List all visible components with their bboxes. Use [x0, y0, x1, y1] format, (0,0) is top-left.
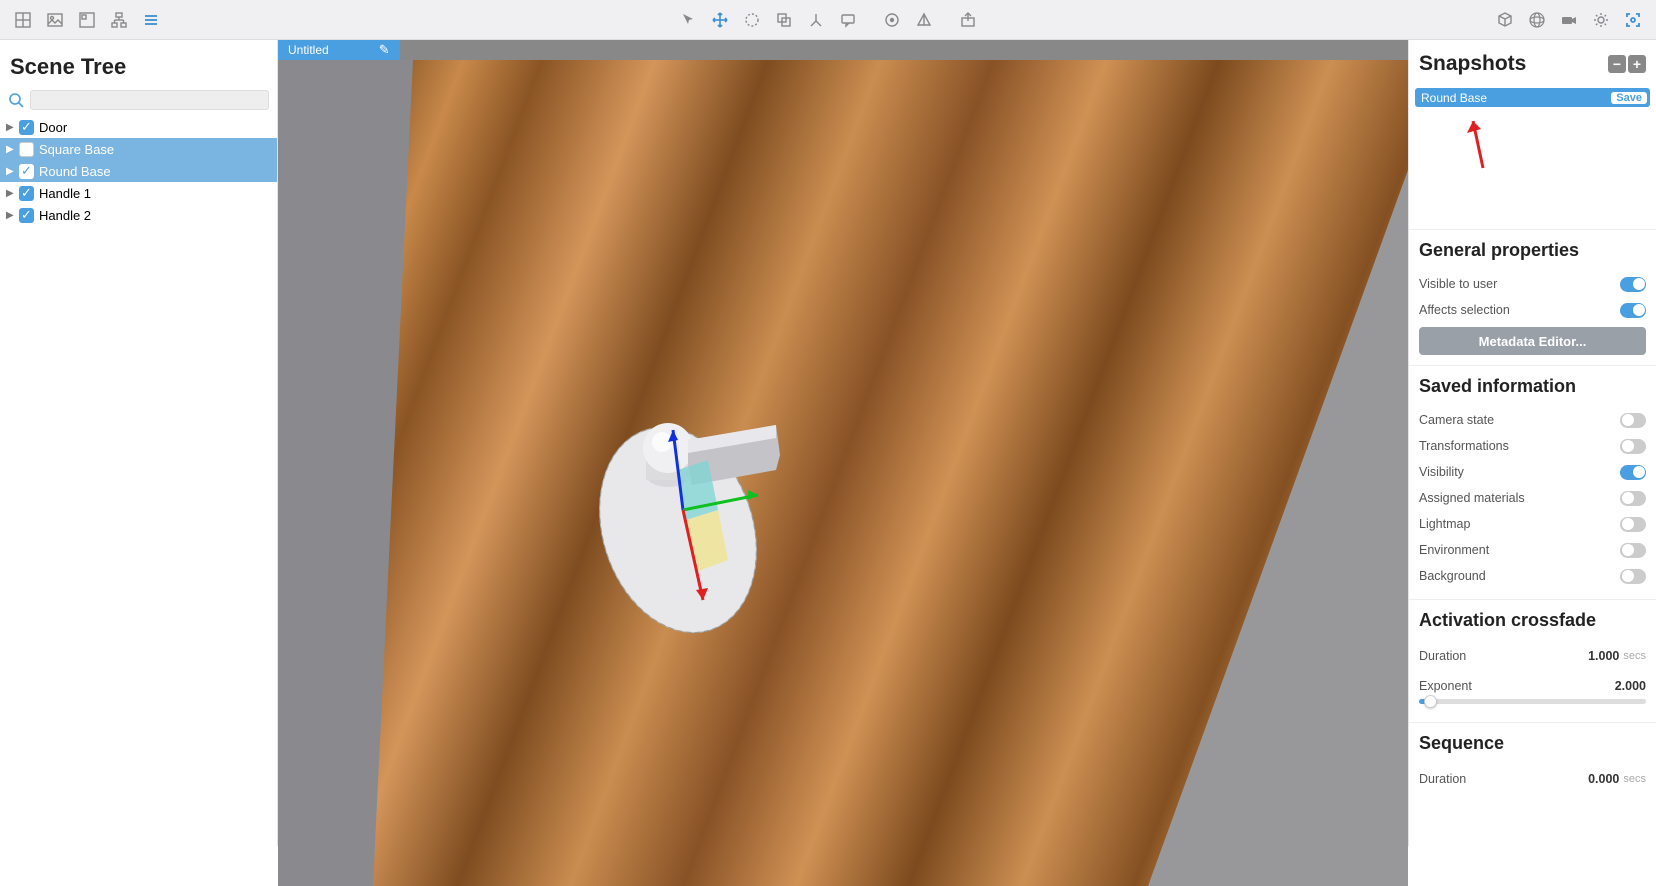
visibility-checkbox[interactable]: ✓ [19, 186, 34, 201]
prop-visible-to-user: Visible to user [1419, 271, 1646, 297]
axis-icon[interactable] [801, 5, 831, 35]
snapshots-title: Snapshots [1419, 52, 1608, 76]
cube-icon[interactable] [1490, 5, 1520, 35]
properties-panel: Snapshots − + Round Base Save General pr… [1408, 40, 1656, 846]
edit-icon[interactable]: ✎ [379, 42, 390, 58]
slider-knob[interactable] [1424, 695, 1437, 708]
tree-item-square-base[interactable]: ▶ Square Base [0, 138, 277, 160]
tree-item-label: Round Base [39, 164, 111, 179]
focus-icon[interactable] [1618, 5, 1648, 35]
toggle-visible-to-user[interactable] [1620, 277, 1646, 292]
expand-arrow-icon[interactable]: ▶ [6, 166, 14, 177]
toggle-visibility[interactable] [1620, 465, 1646, 480]
comment-icon[interactable] [833, 5, 863, 35]
scene-tree: ▶ ✓ Door ▶ Square Base ▶ ✓ Round Base ▶ … [0, 116, 277, 846]
visibility-checkbox[interactable]: ✓ [19, 120, 34, 135]
tree-item-label: Handle 2 [39, 208, 91, 223]
image-icon[interactable] [40, 5, 70, 35]
toggle-camera-state[interactable] [1620, 413, 1646, 428]
saved-information-title: Saved information [1419, 376, 1646, 397]
list-icon[interactable] [136, 5, 166, 35]
viewport[interactable]: Untitled ✎ [278, 40, 1408, 846]
collapse-button[interactable]: − [1608, 55, 1626, 73]
pyramid-icon[interactable] [909, 5, 939, 35]
scene-tree-title: Scene Tree [0, 40, 277, 90]
visibility-checkbox[interactable]: ✓ [19, 164, 34, 179]
clone-icon[interactable] [769, 5, 799, 35]
toggle-lightmap[interactable] [1620, 517, 1646, 532]
sequence-title: Sequence [1419, 733, 1646, 754]
tree-item-handle-1[interactable]: ▶ ✓ Handle 1 [0, 182, 277, 204]
visibility-checkbox[interactable] [19, 142, 34, 157]
tab-label: Untitled [288, 43, 329, 57]
viewport-tab[interactable]: Untitled ✎ [278, 40, 400, 60]
toggle-assigned-materials[interactable] [1620, 491, 1646, 506]
save-button[interactable]: Save [1611, 92, 1647, 104]
cursor-icon[interactable] [673, 5, 703, 35]
move-icon[interactable] [705, 5, 735, 35]
metadata-editor-button[interactable]: Metadata Editor... [1419, 327, 1646, 355]
toggle-environment[interactable] [1620, 543, 1646, 558]
general-properties-title: General properties [1419, 240, 1646, 261]
exponent-row[interactable]: Exponent 2.000 [1419, 671, 1646, 701]
expand-arrow-icon[interactable]: ▶ [6, 122, 14, 133]
toggle-transformations[interactable] [1620, 439, 1646, 454]
snapshot-item[interactable]: Round Base Save [1415, 88, 1650, 107]
expand-arrow-icon[interactable]: ▶ [6, 210, 14, 221]
exponent-slider[interactable] [1419, 699, 1646, 704]
expand-arrow-icon[interactable]: ▶ [6, 144, 14, 155]
expand-arrow-icon[interactable]: ▶ [6, 188, 14, 199]
grid-4-icon[interactable] [8, 5, 38, 35]
scene-search-input[interactable] [30, 90, 269, 110]
toggle-affects-selection[interactable] [1620, 303, 1646, 318]
sphere-icon[interactable] [1522, 5, 1552, 35]
gear-icon[interactable] [1586, 5, 1616, 35]
activation-crossfade-title: Activation crossfade [1419, 610, 1646, 631]
tree-item-door[interactable]: ▶ ✓ Door [0, 116, 277, 138]
target-icon[interactable] [877, 5, 907, 35]
snapshot-name: Round Base [1421, 91, 1611, 105]
tree-item-label: Door [39, 120, 67, 135]
search-icon [8, 92, 24, 108]
camera-icon[interactable] [1554, 5, 1584, 35]
visibility-checkbox[interactable]: ✓ [19, 208, 34, 223]
scene-tree-panel: Scene Tree ▶ ✓ Door ▶ Square Base ▶ ✓ Ro… [0, 40, 278, 846]
tree-item-round-base[interactable]: ▶ ✓ Round Base [0, 160, 277, 182]
prop-affects-selection: Affects selection [1419, 297, 1646, 323]
toggle-background[interactable] [1620, 569, 1646, 584]
annotation-arrow-icon [1465, 113, 1495, 173]
duration-row[interactable]: Duration 1.000 secs [1419, 641, 1646, 671]
hierarchy-icon[interactable] [104, 5, 134, 35]
viewport-canvas[interactable] [278, 60, 1408, 886]
top-toolbar [0, 0, 1656, 40]
export-icon[interactable] [953, 5, 983, 35]
seq-duration-row[interactable]: Duration 0.000 secs [1419, 764, 1646, 794]
tree-item-handle-2[interactable]: ▶ ✓ Handle 2 [0, 204, 277, 226]
add-snapshot-button[interactable]: + [1628, 55, 1646, 73]
tree-item-label: Square Base [39, 142, 114, 157]
rotate-icon[interactable] [737, 5, 767, 35]
grid-2-icon[interactable] [72, 5, 102, 35]
tree-item-label: Handle 1 [39, 186, 91, 201]
